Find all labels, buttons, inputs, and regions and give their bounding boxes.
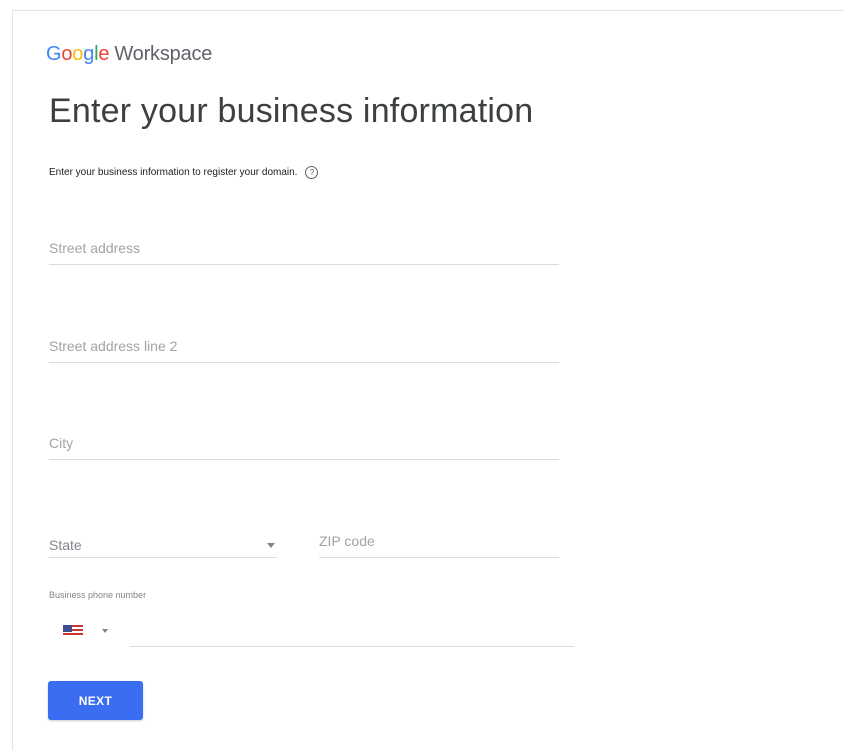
street-address-field[interactable]: [49, 240, 559, 265]
state-select[interactable]: State: [49, 533, 277, 558]
phone-number-field[interactable]: [130, 622, 574, 647]
city-field[interactable]: [49, 435, 559, 460]
logo-product: Workspace: [114, 43, 213, 65]
us-flag-icon[interactable]: [63, 625, 83, 637]
street-address-line2-input[interactable]: [49, 338, 559, 354]
google-workspace-logo: Google Workspace: [46, 43, 213, 65]
next-button[interactable]: NEXT: [48, 681, 143, 720]
zip-code-input[interactable]: [319, 533, 559, 549]
page-title: Enter your business information: [49, 92, 534, 130]
help-icon[interactable]: ?: [305, 166, 319, 179]
country-chevron-down-icon[interactable]: [102, 629, 108, 633]
city-input[interactable]: [49, 435, 559, 451]
street-address-line2-field[interactable]: [49, 338, 559, 363]
zip-code-field[interactable]: [319, 533, 559, 558]
chevron-down-icon: [267, 542, 275, 548]
page-subtitle: Enter your business information to regis…: [49, 166, 319, 179]
street-address-input[interactable]: [49, 240, 559, 256]
state-select-label: State: [49, 537, 82, 553]
phone-number-label: Business phone number: [49, 590, 147, 600]
phone-number-input[interactable]: [130, 622, 574, 638]
subtitle-text: Enter your business information to regis…: [49, 167, 298, 178]
